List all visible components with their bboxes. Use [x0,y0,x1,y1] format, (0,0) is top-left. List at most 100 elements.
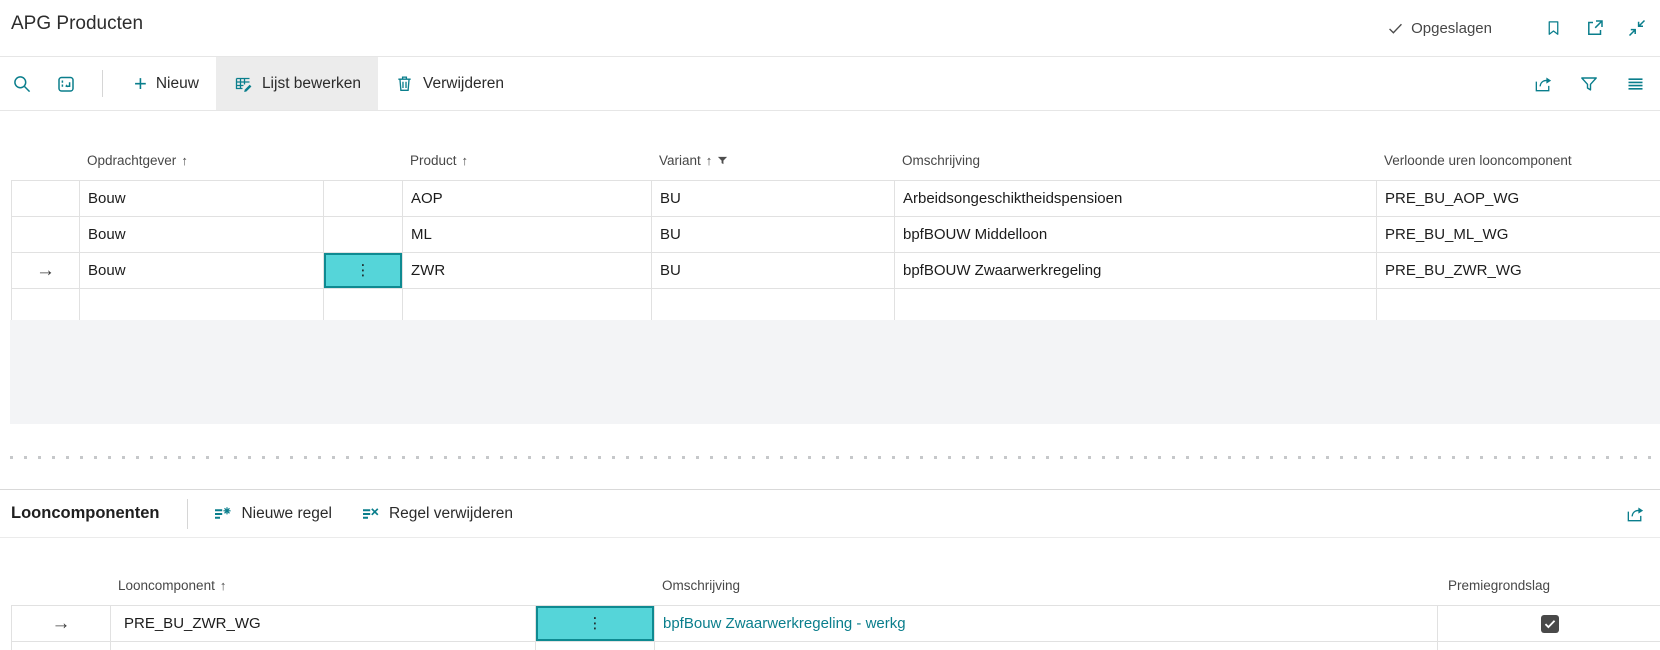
open-in-new-window-icon[interactable] [1582,15,1608,41]
check-icon [1387,20,1404,37]
analyze-view-icon[interactable] [44,57,88,110]
table-row-selected: → Bouw ⋮ ZWR BU bpfBOUW Zwaarwerkregelin… [12,253,1660,289]
new-line-button[interactable]: Nieuwe regel [198,504,345,524]
verloonde-uren-cell[interactable] [1377,289,1660,324]
grid-filler-area [10,320,1660,424]
delete-line-button[interactable]: Regel verwijderen [346,504,527,524]
spacer-cell[interactable] [324,289,403,324]
product-cell[interactable]: ML [403,217,652,252]
row-selector-cell[interactable]: → [12,253,80,288]
toolbar-right [1530,57,1660,110]
row-selector-cell[interactable] [12,181,80,216]
verloonde-uren-cell[interactable]: PRE_BU_ML_WG [1377,217,1660,252]
edit-list-button[interactable]: Lijst bewerken [215,57,379,110]
spacer-cell-selected[interactable]: ⋮ [536,606,655,641]
page-title: APG Producten [11,13,144,34]
opdrachtgever-cell[interactable]: Bouw [80,253,324,288]
delete-line-icon [360,504,380,524]
saved-indicator: Opgeslagen [1387,20,1492,37]
row-selector-cell[interactable] [12,642,111,650]
list-options-icon[interactable] [1622,71,1648,97]
spacer-cell[interactable] [324,181,403,216]
premiegrondslag-cell[interactable] [1438,642,1660,650]
saved-label: Opgeslagen [1411,19,1492,37]
title-bar-right: Opgeslagen [1387,0,1650,56]
omschrijving-cell[interactable] [895,289,1377,324]
table-row: Bouw AOP BU Arbeidsongeschiktheidspensio… [12,181,1660,217]
looncomponenten-section-header: Looncomponenten Nieuwe regel Regel verwi… [0,489,1660,538]
row-selector-cell[interactable] [12,289,80,324]
ellipsis-vertical-icon: ⋮ [355,262,371,279]
omschrijving-cell[interactable]: bpfBouw Zwaarwerkregeling - werkg [655,606,1438,641]
looncomponent-cell[interactable] [111,642,536,650]
omschrijving-cell[interactable]: bpfBOUW Middelloon [895,217,1377,252]
variant-cell[interactable]: BU [652,253,895,288]
product-cell[interactable] [403,289,652,324]
row-selector-cell[interactable]: → [12,606,111,641]
edit-list-button-label: Lijst bewerken [261,74,362,92]
column-header-variant[interactable]: Variant ↑ [651,153,894,168]
variant-cell[interactable]: BU [652,217,895,252]
filter-icon[interactable] [1576,71,1602,97]
products-grid: Opdrachtgever ↑ Product ↑ Variant ↑ Omsc… [11,140,1660,325]
column-header-verloonde-uren[interactable]: Verloonde uren looncomponent [1376,153,1660,168]
share-icon[interactable] [1622,501,1648,527]
omschrijving-cell[interactable] [655,642,1438,650]
section-divider [187,498,189,529]
column-header-product[interactable]: Product ↑ [402,153,651,168]
selected-cell[interactable]: ⋮ [536,606,654,641]
collapse-icon[interactable] [1624,15,1650,41]
current-row-arrow-icon: → [36,260,55,281]
column-header-label: Product [410,152,457,168]
table-row: Bouw ML BU bpfBOUW Middelloon PRE_BU_ML_… [12,217,1660,253]
search-icon[interactable] [0,57,44,110]
looncomponent-cell[interactable]: PRE_BU_ZWR_WG [111,606,536,641]
omschrijving-cell[interactable]: Arbeidsongeschiktheidspensioen [895,181,1377,216]
row-selector-cell[interactable] [12,217,80,252]
product-cell[interactable]: ZWR [403,253,652,288]
product-cell[interactable]: AOP [403,181,652,216]
column-header-label: Omschrijving [902,152,981,168]
new-line-icon [212,504,232,524]
opdrachtgever-cell[interactable]: Bouw [80,181,324,216]
omschrijving-link[interactable]: bpfBouw Zwaarwerkregeling - werkg [663,615,906,632]
verloonde-uren-cell[interactable]: PRE_BU_AOP_WG [1377,181,1660,216]
share-icon[interactable] [1530,71,1556,97]
section-dotted-separator [10,456,1660,459]
column-header-omschrijving[interactable]: Omschrijving [654,578,1437,593]
variant-cell[interactable] [652,289,895,324]
sort-ascending-icon: ↑ [181,152,188,168]
column-filter-icon [717,155,728,166]
delete-button[interactable]: Verwijderen [378,57,521,110]
new-button-label: Nieuw [155,74,199,92]
column-header-label: Omschrijving [662,578,741,593]
selected-cell[interactable]: ⋮ [324,253,402,288]
verloonde-uren-cell[interactable]: PRE_BU_ZWR_WG [1377,253,1660,288]
opdrachtgever-cell[interactable]: Bouw [80,217,324,252]
variant-cell[interactable]: BU [652,181,895,216]
table-row-partial [12,642,1660,650]
spacer-cell[interactable] [324,217,403,252]
title-bar: APG Producten Opgeslagen [0,0,1660,57]
premiegrondslag-checkbox[interactable] [1540,614,1559,633]
opdrachtgever-cell[interactable] [80,289,324,324]
column-header-looncomponent[interactable]: Looncomponent ↑ [110,578,535,593]
products-grid-header: Opdrachtgever ↑ Product ↑ Variant ↑ Omsc… [11,140,1660,180]
edit-table-icon [233,74,253,94]
omschrijving-cell[interactable]: bpfBOUW Zwaarwerkregeling [895,253,1377,288]
column-header-label: Premiegrondslag [1448,578,1551,593]
column-header-label: Verloonde uren looncomponent [1384,152,1572,168]
new-button[interactable]: + Nieuw [117,57,216,110]
table-row-selected: → PRE_BU_ZWR_WG ⋮ bpfBouw Zwaarwerkregel… [12,606,1660,642]
looncomponenten-grid-body: → PRE_BU_ZWR_WG ⋮ bpfBouw Zwaarwerkregel… [11,605,1660,650]
spacer-cell-selected[interactable]: ⋮ [324,253,403,288]
column-header-premiegrondslag[interactable]: Premiegrondslag [1437,578,1660,593]
column-header-opdrachtgever[interactable]: Opdrachtgever ↑ [79,153,323,168]
spacer-cell[interactable] [536,642,655,650]
sort-ascending-icon: ↑ [219,578,227,593]
toolbar-divider [102,70,103,97]
column-header-omschrijving[interactable]: Omschrijving [894,153,1376,168]
delete-line-button-label: Regel verwijderen [388,504,514,522]
bookmark-icon[interactable] [1540,15,1566,41]
column-header-label: Variant [659,152,701,168]
